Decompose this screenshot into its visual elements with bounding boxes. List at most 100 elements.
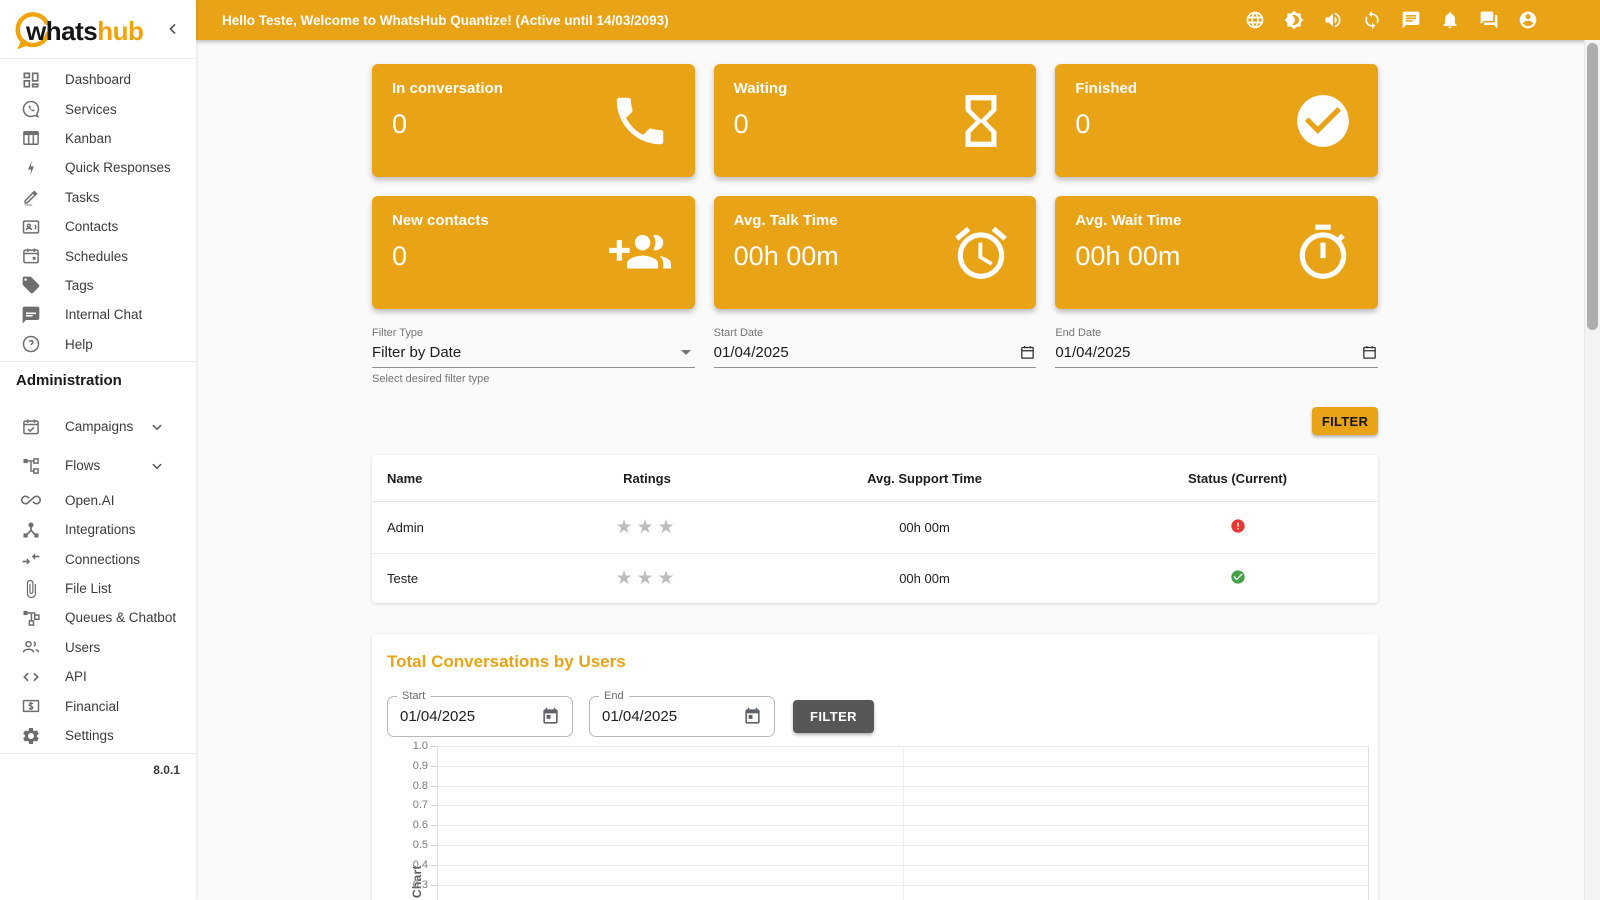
user-name: Admin	[372, 520, 542, 535]
start-date-label: Start Date	[714, 327, 1037, 339]
sidebar-item-tasks[interactable]: Tasks	[0, 183, 196, 212]
sidebar-item-services[interactable]: Services	[0, 94, 196, 123]
sidebar-item-label: Users	[65, 640, 100, 655]
status-cell	[1097, 569, 1378, 588]
sidebar-item-label: Settings	[65, 728, 114, 743]
sidebar-item-integrations[interactable]: Integrations	[0, 515, 196, 544]
y-tick-mark	[431, 865, 437, 866]
account-icon[interactable]	[1518, 10, 1538, 30]
sidebar-item-contacts[interactable]: Contacts	[0, 212, 196, 241]
sidebar-item-label: Kanban	[65, 131, 112, 146]
sidebar-item-internal-chat[interactable]: Internal Chat	[0, 300, 196, 329]
bolt-icon	[21, 158, 41, 178]
table-row: Teste★★★00h 00m	[372, 554, 1378, 604]
sidebar-admin-expandables: CampaignsFlows	[0, 401, 196, 486]
bell-icon[interactable]	[1440, 10, 1460, 30]
filter-button[interactable]: FILTER	[1312, 407, 1378, 435]
calendar-icon	[21, 246, 41, 266]
horizontal-gridline	[438, 845, 1368, 846]
alarm-icon	[950, 222, 1012, 284]
sidebar-item-connections[interactable]: Connections	[0, 544, 196, 573]
y-tick-label: 0.6	[398, 819, 428, 831]
end-date-input[interactable]: 01/04/2025	[1055, 344, 1378, 368]
status-cell	[1097, 518, 1378, 537]
sidebar-main-nav: DashboardServices Kanban Quick Responses Ta…	[0, 59, 196, 359]
chat-icon[interactable]	[1401, 10, 1421, 30]
stat-card-avg-talk-time: Avg. Talk Time00h 00m	[714, 196, 1037, 309]
sidebar-item-flows[interactable]: Flows	[0, 446, 196, 485]
sidebar-item-label: Integrations	[65, 522, 136, 537]
sidebar-item-tags[interactable]: Tags	[0, 271, 196, 300]
sidebar-item-users[interactable]: Users	[0, 633, 196, 662]
volume-icon[interactable]	[1323, 10, 1343, 30]
stat-card-in-conversation: In conversation0	[372, 64, 695, 177]
chart-plot-area	[437, 746, 1369, 900]
tag-icon	[21, 275, 41, 295]
start-date-input[interactable]: 01/04/2025	[714, 344, 1037, 368]
whatshub-dashboard: whatshub DashboardServices Kanban Quick Re…	[0, 0, 1600, 900]
gear-icon	[21, 726, 41, 746]
sidebar-item-label: Schedules	[65, 249, 128, 264]
sidebar-item-kanban[interactable]: Kanban	[0, 124, 196, 153]
brightness-icon[interactable]	[1284, 10, 1304, 30]
administration-section-title: Administration	[0, 362, 196, 391]
horizontal-gridline	[438, 786, 1368, 787]
stat-card-avg-wait-time: Avg. Wait Time00h 00m	[1055, 196, 1378, 309]
chevron-down-icon	[148, 457, 166, 475]
sidebar-item-schedules[interactable]: Schedules	[0, 241, 196, 270]
sidebar-item-label: Contacts	[65, 219, 118, 234]
sidebar-item-dashboard[interactable]: Dashboard	[0, 65, 196, 94]
campaign-calendar-icon	[21, 417, 41, 437]
conversations-chart: Conversations Chart 1.00.90.80.70.60.50.…	[372, 634, 1378, 900]
sidebar-item-label: File List	[65, 581, 112, 596]
paperclip-icon	[21, 579, 41, 599]
scrollbar-thumb[interactable]	[1587, 43, 1598, 330]
y-tick-label: 0.8	[398, 780, 428, 792]
kanban-icon	[21, 128, 41, 148]
sidebar-item-label: Open.AI	[65, 493, 115, 508]
main-content: In conversation0Waiting0Finished0New con…	[196, 40, 1600, 900]
forum-icon[interactable]	[1479, 10, 1499, 30]
sidebar-item-api[interactable]: API	[0, 662, 196, 691]
sidebar-item-file-list[interactable]: File List	[0, 574, 196, 603]
y-tick-mark	[431, 825, 437, 826]
calendar-icon[interactable]	[1019, 344, 1036, 361]
logo-text: whatshub	[26, 16, 143, 47]
sidebar-item-quick-responses[interactable]: Quick Responses	[0, 153, 196, 182]
y-tick-mark	[431, 845, 437, 846]
pencil-icon	[21, 187, 41, 207]
sidebar-item-open-ai[interactable]: Open.AI	[0, 486, 196, 515]
y-tick-label: 0.5	[398, 839, 428, 851]
users-table: Name Ratings Avg. Support Time Status (C…	[372, 455, 1378, 603]
filter-type-label: Filter Type	[372, 327, 695, 339]
sidebar-item-queues-chatbot[interactable]: Queues & Chatbot	[0, 603, 196, 632]
horizontal-gridline	[438, 805, 1368, 806]
avg-support-time: 00h 00m	[752, 520, 1097, 535]
table-row: Admin★★★00h 00m	[372, 502, 1378, 554]
timer-icon	[1292, 222, 1354, 284]
sidebar: whatshub DashboardServices Kanban Quick Re…	[0, 0, 196, 900]
calendar-icon[interactable]	[1361, 344, 1378, 361]
sidebar-item-financial[interactable]: Financial	[0, 691, 196, 720]
table-header: Name Ratings Avg. Support Time Status (C…	[372, 455, 1378, 502]
flow-icon	[21, 456, 41, 476]
end-date-field: End Date 01/04/2025	[1055, 327, 1378, 385]
sidebar-item-campaigns[interactable]: Campaigns	[0, 407, 196, 446]
start-date-value: 01/04/2025	[714, 344, 1020, 361]
sidebar-item-label: Tags	[65, 278, 94, 293]
sidebar-item-label: Tasks	[65, 190, 100, 205]
globe-icon[interactable]	[1245, 10, 1265, 30]
sidebar-item-settings[interactable]: Settings	[0, 721, 196, 750]
y-tick-mark	[431, 766, 437, 767]
y-tick-mark	[431, 805, 437, 806]
sync-icon[interactable]	[1362, 10, 1382, 30]
y-tick-mark	[431, 746, 437, 747]
sidebar-item-help[interactable]: Help	[0, 330, 196, 359]
sidebar-collapse-button[interactable]	[163, 19, 183, 39]
vertical-scrollbar[interactable]	[1584, 40, 1600, 900]
table-body: Admin★★★00h 00mTeste★★★00h 00m	[372, 502, 1378, 603]
chat-bubble-icon	[21, 305, 41, 325]
filter-type-select[interactable]: Filter by Date	[372, 344, 695, 368]
end-date-value: 01/04/2025	[1055, 344, 1361, 361]
stat-card-new-contacts: New contacts0	[372, 196, 695, 309]
